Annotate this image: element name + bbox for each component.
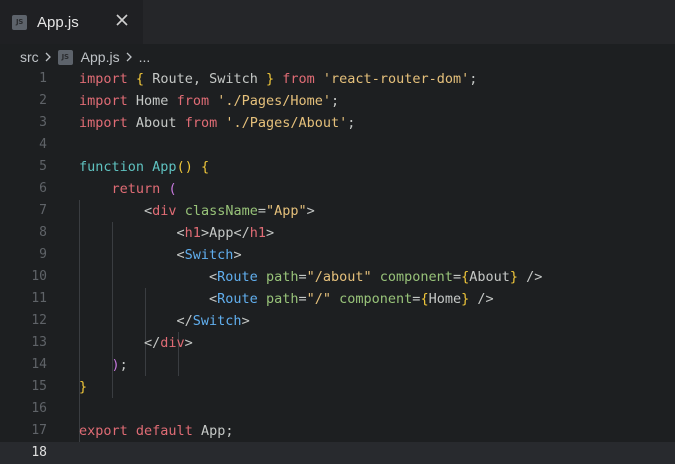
line-number: 10 (31, 269, 47, 284)
line-number: 2 (39, 93, 47, 108)
line-number: 1 (39, 71, 47, 86)
line-number: 18 (31, 445, 47, 460)
line-number: 16 (31, 401, 47, 416)
line-number: 13 (31, 335, 47, 350)
code-line[interactable]: 16 (0, 398, 675, 420)
line-number: 12 (31, 313, 47, 328)
code-line[interactable]: 18 (0, 442, 675, 464)
code-line[interactable]: 17 export default App; (0, 420, 675, 442)
code-text: ); (111, 357, 128, 373)
code-line[interactable]: 13 </div> (0, 332, 675, 354)
code-line[interactable]: 9 <Switch> (0, 244, 675, 266)
line-number: 7 (39, 203, 47, 218)
code-text: } (79, 379, 88, 395)
js-file-icon: JS (12, 14, 27, 30)
code-text: import Home from './Pages/Home'; (79, 93, 340, 109)
code-line[interactable]: 3 import About from './Pages/About'; (0, 112, 675, 134)
code-text: <h1>App</h1> (79, 225, 275, 241)
tab-title: App.js (37, 13, 79, 31)
code-text: <div className="App"> (79, 203, 315, 219)
code-text: </Switch> (79, 313, 250, 329)
breadcrumb-file[interactable]: App.js (81, 49, 120, 65)
code-line[interactable]: 6 return ( (0, 178, 675, 200)
line-number: 8 (39, 225, 47, 240)
code-line[interactable]: 8 <h1>App</h1> (0, 222, 675, 244)
line-number: 11 (31, 291, 47, 306)
line-number: 14 (31, 357, 47, 372)
code-line[interactable]: 7 <div className="App"> (0, 200, 675, 222)
close-icon[interactable] (115, 13, 129, 27)
line-number: 3 (39, 115, 47, 130)
line-number: 17 (31, 423, 47, 438)
line-number: 4 (39, 137, 47, 152)
code-line[interactable]: 4 (0, 134, 675, 156)
code-text: <Route path="/about" component={About} /… (79, 269, 543, 285)
code-text: </div> (79, 335, 193, 351)
line-number: 6 (39, 181, 47, 196)
breadcrumb: src JS App.js ... (0, 45, 675, 69)
code-text: <Route path="/" component={Home} /> (79, 291, 494, 307)
chevron-right-icon (45, 52, 52, 62)
breadcrumb-symbols[interactable]: ... (139, 49, 151, 65)
code-line[interactable]: 5 function App() { (0, 156, 675, 178)
code-line[interactable]: 12 </Switch> (0, 310, 675, 332)
line-number: 9 (39, 247, 47, 262)
line-number: 15 (31, 379, 47, 394)
code-text: function App() { (79, 159, 210, 175)
code-line[interactable]: 2 import Home from './Pages/Home'; (0, 90, 675, 112)
code-line[interactable]: 11 <Route path="/" component={Home} /> (0, 288, 675, 310)
tab-app-js[interactable]: JS App.js (0, 0, 143, 44)
code-text: export default App; (79, 423, 234, 439)
code-text: <Switch> (79, 247, 242, 263)
code-line[interactable]: 14 ); (0, 354, 675, 376)
code-line[interactable]: 10 <Route path="/about" component={About… (0, 266, 675, 288)
tab-bar: JS App.js (0, 0, 675, 44)
breadcrumb-folder[interactable]: src (20, 49, 39, 65)
chevron-right-icon (126, 52, 133, 62)
code-text: return ( (111, 181, 177, 197)
code-text: import { Route, Switch } from 'react-rou… (79, 71, 478, 87)
code-text: import About from './Pages/About'; (79, 115, 356, 131)
code-line[interactable]: 15} (0, 376, 675, 398)
code-editor[interactable]: 1 import { Route, Switch } from 'react-ro… (0, 68, 675, 464)
js-file-icon: JS (57, 49, 73, 65)
code-line[interactable]: 1 import { Route, Switch } from 'react-ro… (0, 68, 675, 90)
line-number: 5 (39, 159, 47, 174)
